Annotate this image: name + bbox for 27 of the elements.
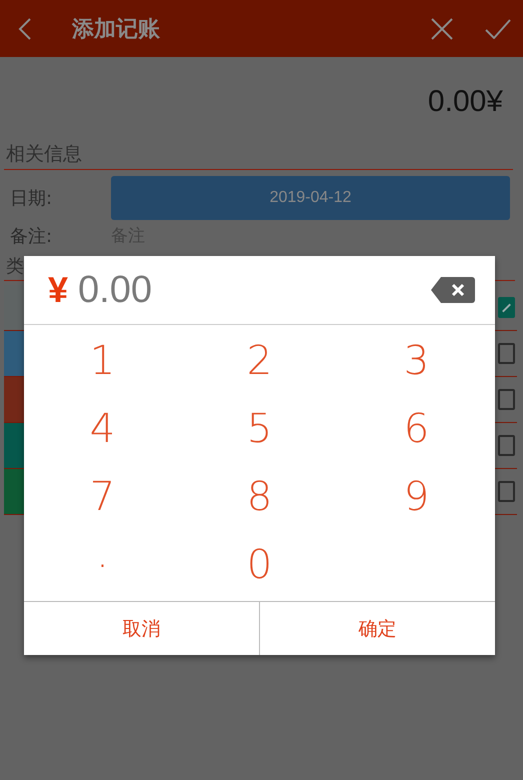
back-icon[interactable] bbox=[18, 16, 32, 40]
keypad-key[interactable]: 8 bbox=[181, 463, 338, 531]
keypad-key[interactable]: 6 bbox=[338, 395, 495, 463]
keypad-key[interactable]: . bbox=[24, 531, 181, 599]
category-checkbox[interactable] bbox=[498, 435, 515, 456]
backspace-icon[interactable] bbox=[431, 277, 475, 303]
date-button[interactable]: 2019-04-12 bbox=[111, 176, 510, 220]
keypad-key[interactable]: 3 bbox=[338, 327, 495, 395]
keypad-key[interactable]: 2 bbox=[181, 327, 338, 395]
field-label: 备注: bbox=[10, 225, 54, 248]
dialog-button[interactable]: 确定 bbox=[259, 602, 495, 655]
keypad-key[interactable]: 5 bbox=[181, 395, 338, 463]
category-checkbox[interactable] bbox=[498, 297, 515, 318]
keypad-key[interactable]: 1 bbox=[24, 327, 181, 395]
category-checkbox[interactable] bbox=[498, 389, 515, 410]
keypad-key[interactable]: 9 bbox=[338, 463, 495, 531]
check-icon[interactable] bbox=[485, 18, 511, 38]
field-label: 日期: bbox=[10, 187, 54, 210]
close-icon[interactable] bbox=[431, 18, 453, 40]
page-title: 添加记账 bbox=[72, 16, 161, 44]
amount-text: 0.00¥ bbox=[428, 85, 503, 119]
keypad-key[interactable]: 7 bbox=[24, 463, 181, 531]
keypad-key[interactable]: 4 bbox=[24, 395, 181, 463]
dialog-button[interactable]: 取消 bbox=[24, 602, 259, 655]
category-checkbox[interactable] bbox=[498, 481, 515, 502]
keypad-key[interactable]: 0 bbox=[181, 531, 338, 599]
category-checkbox[interactable] bbox=[498, 343, 515, 364]
